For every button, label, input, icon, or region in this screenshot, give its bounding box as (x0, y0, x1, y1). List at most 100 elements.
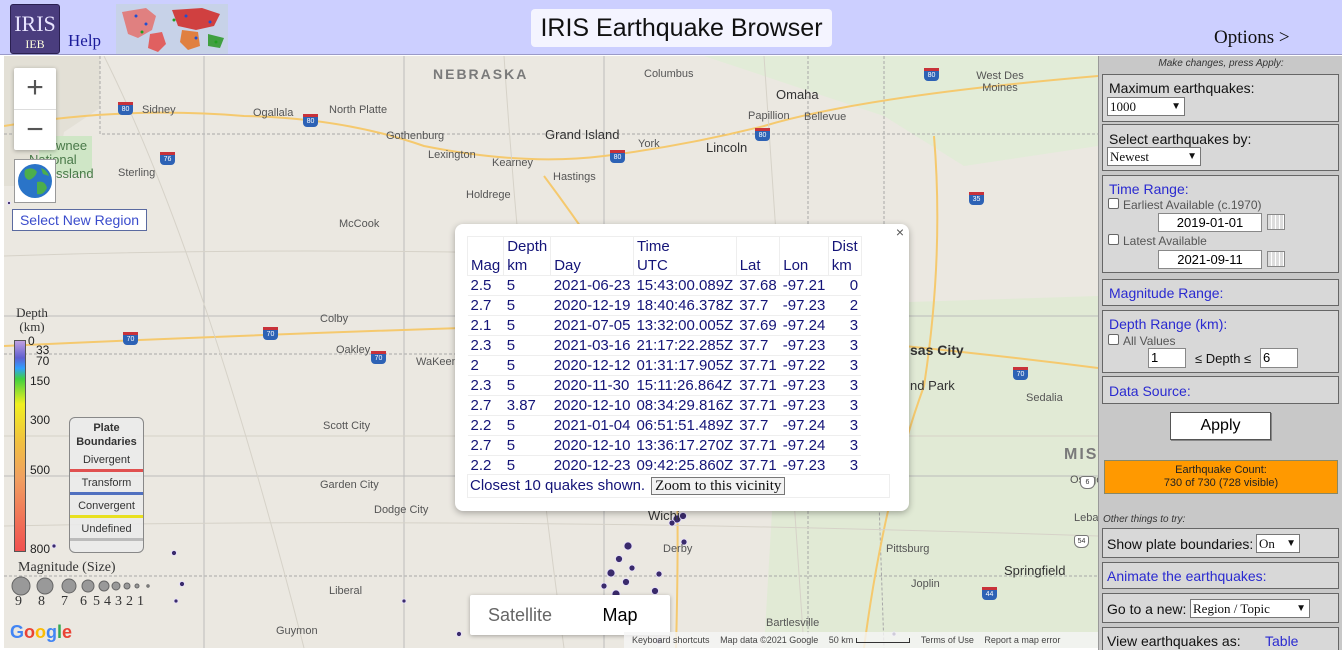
map-label-mccook: McCook (339, 218, 380, 230)
page-title: IRIS Earthquake Browser (531, 9, 832, 47)
plate-boundaries-select[interactable]: On ▼ (1256, 534, 1300, 553)
keyboard-shortcuts-link[interactable]: Keyboard shortcuts (632, 635, 710, 645)
col-time-unit: UTC (636, 257, 668, 274)
magnitude-label-7: 7 (61, 594, 68, 609)
zoom-in-button[interactable]: + (14, 68, 56, 109)
cell-time: 09:42:25.860Z (633, 455, 737, 475)
earliest-available-checkbox[interactable] (1108, 198, 1119, 209)
depth-tick-70: 70 (36, 354, 50, 368)
interstate-80-shield-icon: 80 (118, 102, 133, 115)
chevron-down-icon: ▼ (1171, 101, 1181, 112)
plate-boundaries-value: On (1259, 536, 1275, 551)
map-label-overland-park: nd Park (910, 378, 955, 393)
map-label-kearney: Kearney (492, 157, 533, 169)
table-row[interactable]: 2.3 5 2020-11-30 15:11:26.864Z 37.71 -97.23 3 (467, 375, 862, 396)
animate-earthquakes-link[interactable]: Animate the earthquakes: (1107, 568, 1267, 584)
cell-time: 18:40:46.378Z (633, 295, 737, 316)
interstate-80-shield-icon: 80 (755, 128, 770, 141)
latest-available-checkbox[interactable] (1108, 234, 1119, 245)
select-new-region-button[interactable]: Select New Region (12, 209, 147, 231)
view-as-table-link[interactable]: Table (1265, 633, 1298, 649)
cell-depth: 5 (503, 295, 551, 316)
depth-range-link[interactable]: Depth Range (km): (1109, 316, 1227, 332)
cell-time: 15:43:00.089Z (633, 275, 737, 296)
closest-quakes-text: Closest 10 quakes shown. (470, 477, 646, 494)
report-map-error-link[interactable]: Report a map error (984, 635, 1060, 645)
cell-day: 2021-06-23 (550, 275, 634, 296)
app-header: IRIS IEB Help IRIS Earthquake Browser Op… (0, 0, 1342, 55)
cell-time: 01:31:17.905Z (633, 355, 737, 376)
time-range-link[interactable]: Time Range: (1109, 181, 1189, 197)
end-date-field[interactable]: 2021-09-11 (1158, 250, 1262, 269)
cell-lon: -97.23 (779, 335, 829, 356)
cell-lon: -97.23 (779, 395, 829, 416)
cell-day: 2021-01-04 (550, 415, 634, 436)
cell-depth: 5 (503, 335, 551, 356)
map-label-kansas-city: sas City (910, 342, 964, 358)
popup-close-icon[interactable]: × (896, 224, 904, 240)
map-label-joplin: Joplin (911, 578, 940, 590)
animate-box: Animate the earthquakes: (1102, 562, 1339, 589)
table-row[interactable]: 2.7 5 2020-12-10 13:36:17.270Z 37.71 -97.24 3 (467, 435, 862, 456)
cell-mag: 2.2 (467, 415, 504, 436)
table-row[interactable]: 2.7 5 2020-12-19 18:40:46.378Z 37.7 -97.23 2 (467, 295, 862, 316)
earthquake-map[interactable]: NEBRASKA Columbus Omaha West Des Moines … (4, 56, 1098, 648)
chevron-down-icon: ▼ (1296, 603, 1306, 614)
zoom-to-vicinity-button[interactable]: Zoom to this vicinity (651, 477, 786, 495)
cell-dist: 2 (828, 295, 862, 316)
cell-lat: 37.71 (736, 435, 780, 456)
select-by-select[interactable]: Newest ▼ (1107, 147, 1201, 166)
max-earthquakes-label: Maximum earthquakes: (1109, 80, 1255, 96)
table-row[interactable]: 2.5 5 2021-06-23 15:43:00.089Z 37.68 -97.21 0 (467, 275, 862, 296)
table-row[interactable]: 2.1 5 2021-07-05 13:32:00.005Z 37.69 -97.24 3 (467, 315, 862, 336)
plate-legend-convergent: Convergent (70, 500, 143, 518)
interstate-70-shield-icon: 70 (263, 327, 278, 340)
plate-boundaries-box: Show plate boundaries: On ▼ (1102, 528, 1339, 558)
calendar-icon[interactable] (1267, 251, 1285, 267)
magnitude-range-link[interactable]: Magnitude Range: (1109, 285, 1223, 301)
map-label-papillion: Papillion (748, 110, 790, 122)
table-row[interactable]: 2.3 5 2021-03-16 21:17:22.285Z 37.7 -97.23 3 (467, 335, 862, 356)
map-zoom-control: + − (14, 68, 56, 150)
earthquake-count-badge: Earthquake Count: 730 of 730 (728 visibl… (1104, 460, 1338, 494)
depth-tick-150: 150 (30, 374, 51, 388)
table-row[interactable]: 2.7 3.87 2020-12-10 08:34:29.816Z 37.71 -97.2… (467, 395, 862, 416)
start-date-field[interactable]: 2019-01-01 (1158, 213, 1262, 232)
map-type-satellite-button[interactable]: Satellite (470, 595, 570, 635)
map-label-grassland: ssland (56, 166, 94, 181)
calendar-icon[interactable] (1267, 214, 1285, 230)
map-label-oakley: Oakley (336, 344, 371, 356)
table-row[interactable]: 2 5 2020-12-12 01:31:17.905Z 37.71 -97.22 3 (467, 355, 862, 376)
cell-dist: 3 (828, 435, 862, 456)
max-earthquakes-select[interactable]: 1000 ▼ (1107, 97, 1185, 116)
goto-select[interactable]: Region / Topic ▼ (1190, 599, 1310, 618)
options-menu-link[interactable]: Options > (1214, 27, 1290, 49)
all-values-checkbox[interactable] (1108, 334, 1119, 345)
table-row[interactable]: 2.2 5 2020-12-23 09:42:25.860Z 37.71 -97.23 3 (467, 455, 862, 475)
col-depth-label: Depth (507, 238, 548, 255)
map-scale-label[interactable]: 50 km (829, 635, 854, 645)
apply-button[interactable]: Apply (1170, 412, 1271, 440)
world-map-thumbnail-icon[interactable] (116, 4, 228, 54)
select-by-box: Select earthquakes by: Newest ▼ (1102, 124, 1339, 171)
goto-value: Region / Topic (1193, 601, 1270, 616)
terms-of-use-link[interactable]: Terms of Use (921, 635, 974, 645)
magnitude-label-2: 2 (126, 594, 133, 609)
cell-lat: 37.71 (736, 455, 780, 475)
cell-mag: 2.7 (467, 435, 504, 456)
cell-day: 2020-11-30 (550, 375, 634, 396)
zoom-out-button[interactable]: − (14, 109, 56, 150)
data-source-link[interactable]: Data Source: (1109, 383, 1191, 399)
depth-max-input[interactable]: 6 (1260, 348, 1298, 368)
depth-min-input[interactable]: 1 (1148, 348, 1186, 368)
table-row[interactable]: 2.2 5 2021-01-04 06:51:51.489Z 37.7 -97.24 3 (467, 415, 862, 436)
globe-icon[interactable] (14, 159, 56, 203)
help-link[interactable]: Help (68, 31, 101, 51)
map-type-map-button[interactable]: Map (570, 595, 670, 635)
magnitude-label-6: 6 (80, 594, 87, 609)
iris-logo[interactable]: IRIS IEB (10, 4, 60, 54)
cell-time: 15:11:26.864Z (633, 375, 737, 396)
interstate-76-shield-icon: 76 (160, 152, 175, 165)
cell-lon: -97.24 (779, 315, 829, 336)
quake-info-popup: × Mag Depth km Day Time UTC Lat Lon Dist km… (455, 224, 909, 511)
